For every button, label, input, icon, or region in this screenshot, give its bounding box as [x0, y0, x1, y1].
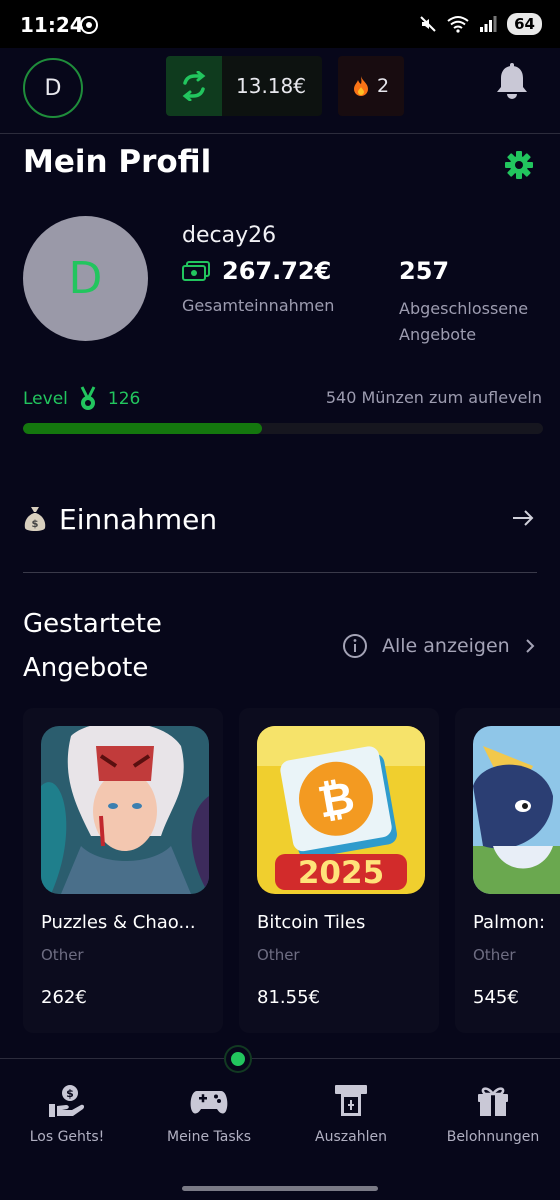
nav-belohnungen[interactable]: Belohnungen [423, 1083, 560, 1145]
gift-icon [478, 1087, 508, 1116]
nav-los-gehts[interactable]: $ Los Gehts! [0, 1083, 137, 1145]
total-earnings-label: Gesamteinnahmen [182, 296, 335, 315]
cash-icon [182, 261, 210, 281]
nav-label: Belohnungen [446, 1129, 540, 1145]
home-indicator[interactable] [182, 1186, 378, 1191]
wallet-balance[interactable]: 13.18€ [166, 56, 322, 116]
offer-image-badge: 2025 [298, 855, 384, 891]
arrow-right-icon [513, 510, 534, 526]
gamepad-icon [190, 1091, 228, 1114]
svg-text:$: $ [32, 519, 39, 530]
battery-indicator: 64 [507, 13, 542, 35]
streak-count: 2 [376, 75, 390, 97]
total-earnings-value: 267.72€ [222, 257, 332, 285]
offer-card[interactable]: ₿ 2025 Bitcoin Tiles Other 81.55€ [239, 708, 439, 1033]
header-avatar[interactable]: D [23, 58, 83, 118]
offer-image-puzzles [41, 726, 209, 894]
nav-auszahlen[interactable]: Auszahlen [281, 1083, 421, 1145]
signal-icon [480, 16, 497, 32]
wifi-icon [447, 16, 469, 33]
offer-image-palmon [473, 726, 560, 894]
svg-text:$: $ [66, 1087, 74, 1100]
offer-card[interactable]: Puzzles & Chao... Other 262€ [23, 708, 223, 1033]
level-progress-bar [23, 423, 543, 434]
profile-avatar[interactable]: D [23, 216, 148, 341]
active-tab-indicator [226, 1047, 250, 1071]
completed-offers-label: Abgeschlossene Angebote [399, 299, 529, 344]
bottom-navigation: $ Los Gehts! Meine Tasks Auszahlen Beloh… [0, 1047, 560, 1200]
page-title: Mein Profil [23, 144, 212, 180]
level-label: Level [23, 389, 68, 409]
nav-label: Los Gehts! [29, 1129, 105, 1145]
completed-offers-value: 257 [399, 257, 450, 285]
show-all-label: Alle anzeigen [382, 635, 510, 657]
bell-icon[interactable] [494, 62, 530, 102]
offer-category: Other [473, 946, 516, 964]
nav-label: Meine Tasks [166, 1129, 252, 1145]
chevron-right-icon [525, 639, 535, 653]
nav-label: Auszahlen [315, 1129, 387, 1145]
exchange-icon [166, 56, 222, 116]
started-offers-title: Gestartete Angebote [23, 609, 162, 683]
offer-title: Palmon: [473, 912, 546, 933]
earnings-section-label: Einnahmen [59, 502, 218, 536]
level-progress-fill [23, 423, 263, 434]
coins-to-level: 540 Münzen zum aufleveln [325, 388, 542, 407]
offer-price: 545€ [473, 987, 519, 1008]
earnings-link[interactable]: $ Einnahmen [23, 496, 537, 542]
offer-price: 81.55€ [257, 987, 320, 1008]
top-header: D 13.18€ 2 [0, 48, 560, 134]
show-all-link[interactable]: Alle anzeigen [342, 633, 536, 659]
mute-icon [420, 16, 436, 32]
offer-image-bitcoin-tiles: ₿ 2025 [257, 726, 425, 894]
offer-price: 262€ [41, 987, 87, 1008]
level-value: 126 [107, 389, 141, 409]
username: decay26 [182, 223, 277, 248]
offer-card[interactable]: Palmon: Other 545€ [455, 708, 560, 1033]
flame-icon [353, 76, 368, 96]
section-divider [23, 572, 537, 573]
status-bar: 11:24 64 [0, 0, 560, 48]
wallet-value: 13.18€ [236, 74, 306, 98]
gear-icon[interactable] [504, 150, 534, 180]
total-earnings: 267.72€ [182, 257, 331, 285]
hand-coin-icon: $ [49, 1085, 85, 1117]
info-icon [343, 634, 367, 658]
streak-counter[interactable]: 2 [338, 56, 404, 116]
started-offers-list: Puzzles & Chao... Other 262€ ₿ 2025 Bitc… [23, 708, 560, 1033]
medal-icon [80, 386, 96, 410]
nav-meine-tasks[interactable]: Meine Tasks [139, 1083, 279, 1145]
offer-category: Other [257, 946, 300, 964]
money-bag-icon: $ [24, 507, 46, 531]
offer-title: Bitcoin Tiles [257, 912, 366, 933]
record-icon [80, 16, 98, 34]
status-icons: 64 [419, 12, 542, 36]
status-time: 11:24 [20, 13, 84, 37]
offer-title: Puzzles & Chao... [41, 912, 196, 933]
payout-icon [335, 1085, 367, 1116]
offer-category: Other [41, 946, 84, 964]
level-indicator: Level 126 [23, 386, 140, 412]
